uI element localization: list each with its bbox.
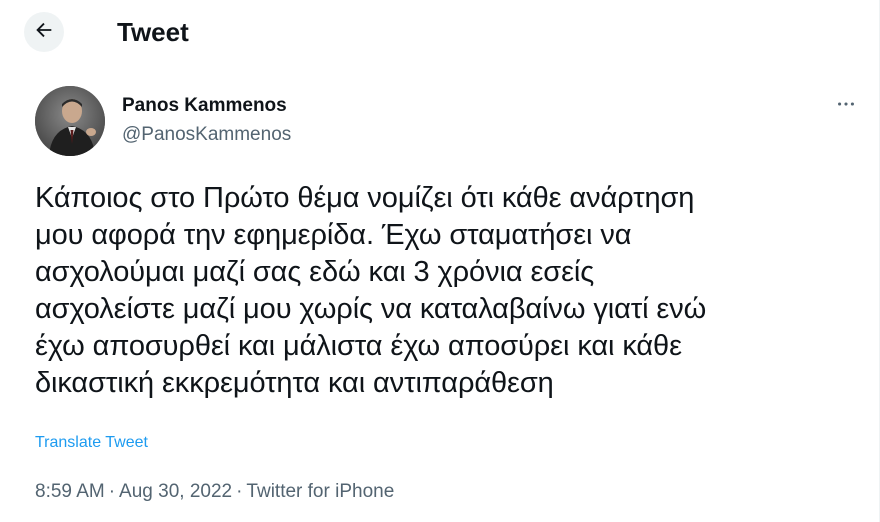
header-bar: Tweet [0, 0, 880, 62]
tweet-source[interactable]: Twitter for iPhone [246, 481, 394, 502]
tweet-page: Tweet Panos Kammenos @PanosKammenos Κάπο… [0, 0, 880, 522]
arrow-left-icon [33, 19, 55, 46]
tweet-date[interactable]: Aug 30, 2022 [119, 481, 232, 502]
tweet-meta: 8:59 AM · Aug 30, 2022 · Twitter for iPhone [35, 480, 394, 504]
author-display-name[interactable]: Panos Kammenos [122, 94, 287, 118]
tweet-text: Κάποιος στο Πρώτο θέμα νομίζει ότι κάθε … [35, 182, 707, 399]
more-options-button[interactable] [832, 92, 860, 120]
more-horizontal-icon [835, 93, 857, 120]
back-button[interactable] [24, 12, 64, 52]
tweet-time[interactable]: 8:59 AM [35, 481, 105, 502]
author-handle[interactable]: @PanosKammenos [122, 123, 291, 147]
translate-tweet-link[interactable]: Translate Tweet [35, 433, 148, 453]
meta-separator: · [108, 481, 116, 502]
page-title: Tweet [117, 17, 189, 47]
avatar[interactable] [35, 86, 105, 156]
meta-separator: · [236, 481, 243, 502]
